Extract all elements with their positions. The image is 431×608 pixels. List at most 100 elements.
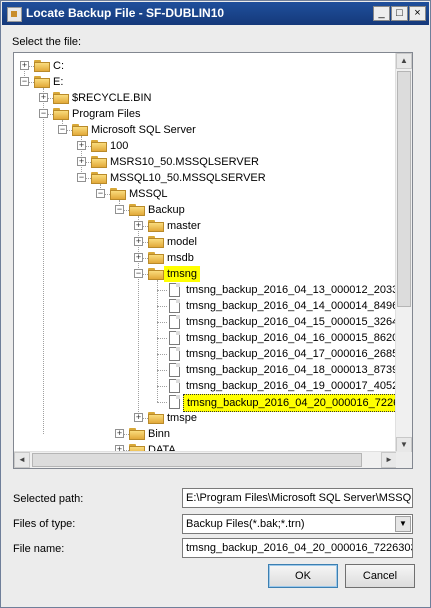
tree-file-item[interactable]: tmsng_backup_2016_04_18_000013_8739: [14, 362, 397, 378]
file-tree-content: + C: − E: + $RECYCLE.BIN − Program Files − Micros…: [14, 53, 397, 453]
cancel-button[interactable]: Cancel: [345, 564, 415, 588]
tree-item-label: MSRS10_50.MSSQLSERVER: [110, 156, 259, 168]
tree-connector: [157, 322, 167, 323]
expand-icon[interactable]: +: [134, 413, 143, 422]
tree-file-item[interactable]: tmsng_backup_2016_04_19_000017_4052: [14, 378, 397, 394]
tree-folder-item[interactable]: − Backup: [14, 202, 397, 218]
collapse-icon[interactable]: −: [58, 125, 67, 134]
tree-file-item[interactable]: tmsng_backup_2016_04_16_000015_8620: [14, 330, 397, 346]
tree-folder-item[interactable]: − Microsoft SQL Server: [14, 122, 397, 138]
tree-item-label: MSSQL: [129, 188, 168, 200]
title-bar[interactable]: Locate Backup File - SF-DUBLIN10 _ □ ×: [2, 2, 429, 25]
horizontal-scroll-thumb[interactable]: [32, 453, 362, 467]
file-icon: [169, 347, 180, 361]
tree-item-label: Backup: [148, 204, 185, 216]
folder-body: [91, 142, 107, 152]
scrollbar-corner: [396, 452, 412, 468]
collapse-icon[interactable]: −: [77, 173, 86, 182]
tree-folder-item[interactable]: + C:: [14, 58, 397, 74]
tree-folder-item[interactable]: + tmspe: [14, 410, 397, 426]
tree-folder-item[interactable]: + Binn: [14, 426, 397, 442]
scroll-left-button[interactable]: ◄: [14, 452, 30, 468]
tree-item-label: tmsng_backup_2016_04_13_000012_2033: [186, 284, 397, 296]
file-name-field[interactable]: tmsng_backup_2016_04_20_000016_7226303: [182, 538, 413, 558]
folder-icon: [148, 236, 164, 248]
tree-folder-item[interactable]: +100: [14, 138, 397, 154]
tree-folder-item[interactable]: + master: [14, 218, 397, 234]
expand-icon[interactable]: +: [77, 141, 86, 150]
files-of-type-select[interactable]: Backup Files(*.bak;*.trn) ▼: [182, 514, 413, 534]
tree-connector: [157, 306, 167, 307]
folder-body: [34, 62, 50, 72]
tree-item-label: tmsng_backup_2016_04_15_000015_3264: [186, 316, 397, 328]
tree-file-item[interactable]: tmsng_backup_2016_04_15_000015_3264: [14, 314, 397, 330]
tree-item-label: tmspe: [167, 412, 197, 424]
folder-icon: [148, 252, 164, 264]
scroll-down-button[interactable]: ▼: [396, 437, 412, 453]
tree-connector: [157, 370, 167, 371]
selected-path-field[interactable]: E:\Program Files\Microsoft SQL Server\MS…: [182, 488, 413, 508]
tree-folder-item[interactable]: − E:: [14, 74, 397, 90]
expand-icon[interactable]: +: [39, 93, 48, 102]
minimize-button[interactable]: _: [373, 6, 390, 21]
files-of-type-value: Backup Files(*.bak;*.trn): [186, 518, 305, 530]
folder-icon: [91, 172, 107, 184]
maximize-button[interactable]: □: [391, 6, 408, 21]
expand-icon[interactable]: +: [134, 221, 143, 230]
tree-folder-item[interactable]: + $RECYCLE.BIN: [14, 90, 397, 106]
tree-item-label: tmsng_backup_2016_04_18_000013_8739: [186, 364, 397, 376]
file-icon: [169, 315, 180, 329]
expand-icon[interactable]: +: [134, 253, 143, 262]
folder-body: [53, 110, 69, 120]
folder-icon: [91, 140, 107, 152]
collapse-icon[interactable]: −: [134, 269, 143, 278]
tree-file-item[interactable]: tmsng_backup_2016_04_14_000014_8496: [14, 298, 397, 314]
tree-item-label: msdb: [167, 252, 194, 264]
tree-folder-item[interactable]: − MSSQL10_50.MSSQLSERVER: [14, 170, 397, 186]
scroll-right-button[interactable]: ►: [381, 452, 397, 468]
tree-folder-item[interactable]: − MSSQL: [14, 186, 397, 202]
vertical-scroll-thumb[interactable]: [397, 71, 411, 307]
select-file-label: Select the file:: [12, 36, 82, 48]
file-icon: [169, 299, 180, 313]
tree-item-label: Program Files: [72, 108, 141, 120]
collapse-icon[interactable]: −: [20, 77, 29, 86]
collapse-icon[interactable]: −: [39, 109, 48, 118]
tree-folder-item[interactable]: − tmsng: [14, 266, 397, 282]
file-icon: [169, 379, 180, 393]
folder-icon: [129, 204, 145, 216]
folder-body: [148, 222, 164, 232]
folder-body: [91, 174, 107, 184]
tree-folder-item[interactable]: + model: [14, 234, 397, 250]
folder-icon: [148, 220, 164, 232]
scroll-up-button[interactable]: ▲: [396, 53, 412, 69]
file-icon: [169, 283, 180, 297]
file-tree[interactable]: + C: − E: + $RECYCLE.BIN − Program Files − Micros…: [13, 52, 413, 469]
selected-path-label: Selected path:: [13, 493, 84, 505]
expand-icon[interactable]: +: [115, 429, 124, 438]
files-of-type-label: Files of type:: [13, 518, 76, 530]
drive-folder-icon: [34, 76, 50, 88]
tree-item-label: 100: [110, 140, 129, 152]
tree-folder-item[interactable]: + MSRS10_50.MSSQLSERVER: [14, 154, 397, 170]
tree-folder-item[interactable]: + msdb: [14, 250, 397, 266]
collapse-icon[interactable]: −: [96, 189, 105, 198]
horizontal-scrollbar[interactable]: ◄ ►: [14, 451, 397, 468]
dropdown-arrow-icon[interactable]: ▼: [395, 516, 411, 532]
folder-icon: [110, 188, 126, 200]
tree-file-item[interactable]: tmsng_backup_2016_04_20_000016_7226: [14, 394, 397, 412]
tree-folder-item[interactable]: − Program Files: [14, 106, 397, 122]
expand-icon[interactable]: +: [77, 157, 86, 166]
expand-icon[interactable]: +: [20, 61, 29, 70]
folder-body: [72, 126, 88, 136]
expand-icon[interactable]: +: [134, 237, 143, 246]
tree-file-item[interactable]: tmsng_backup_2016_04_17_000016_2685: [14, 346, 397, 362]
close-button[interactable]: ×: [409, 6, 426, 21]
vertical-scrollbar[interactable]: ▲ ▼: [395, 53, 412, 453]
tree-item-label: tmsng_backup_2016_04_17_000016_2685: [186, 348, 397, 360]
collapse-icon[interactable]: −: [115, 205, 124, 214]
ok-button[interactable]: OK: [268, 564, 338, 588]
folder-body: [91, 158, 107, 168]
tree-file-item[interactable]: tmsng_backup_2016_04_13_000012_2033: [14, 282, 397, 298]
locate-backup-file-dialog: Locate Backup File - SF-DUBLIN10 _ □ × S…: [0, 0, 431, 608]
